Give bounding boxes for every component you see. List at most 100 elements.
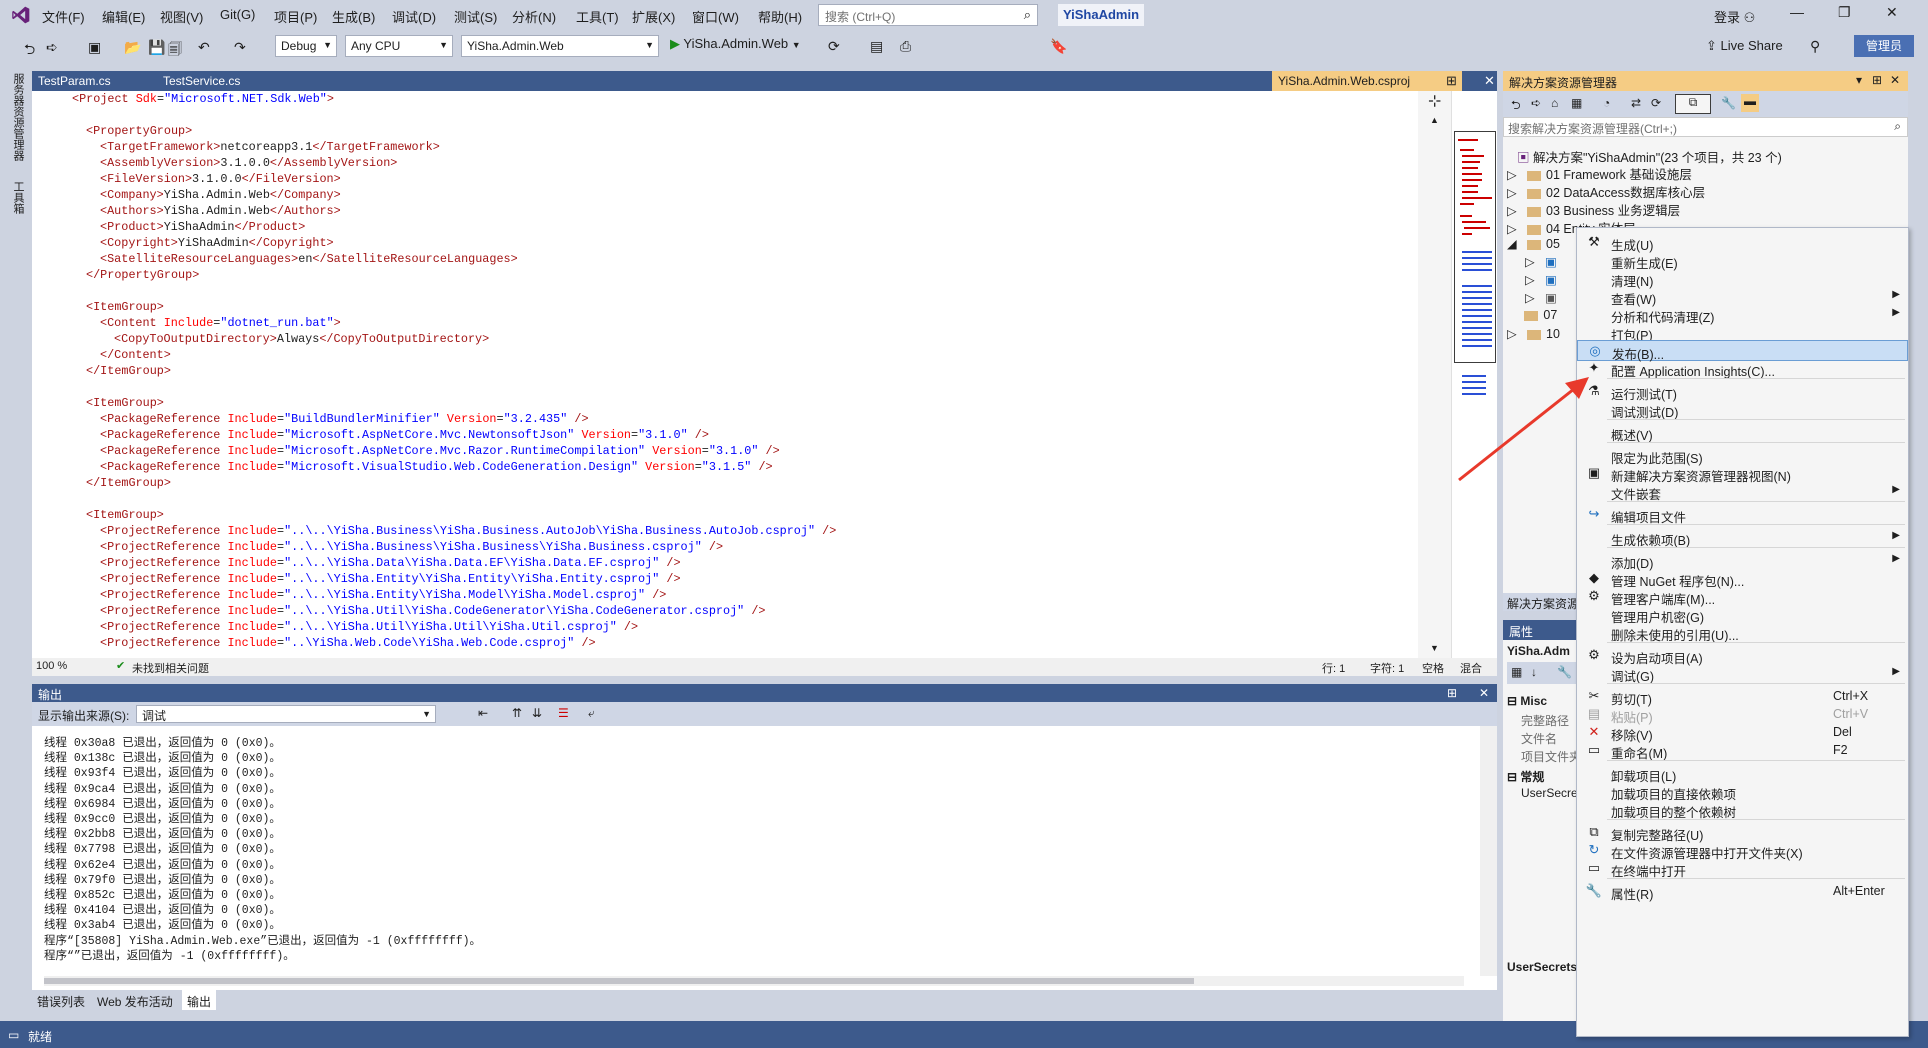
- tree-project[interactable]: ▷ ▣: [1525, 290, 1557, 305]
- tab-testservice[interactable]: TestService.cs: [157, 71, 246, 91]
- next-message-icon[interactable]: ⇊: [532, 706, 542, 720]
- tree-folder-10[interactable]: ▷ 10: [1507, 326, 1560, 341]
- zoom-level[interactable]: 100 %: [36, 660, 67, 672]
- scroll-up-icon[interactable]: ▲: [1430, 115, 1439, 125]
- code-line[interactable]: <ProjectReference Include="..\..\YiSha.U…: [72, 619, 638, 635]
- code-line[interactable]: <Authors>YiSha.Admin.Web</Authors>: [72, 203, 341, 219]
- menu-item[interactable]: Git(G): [220, 7, 255, 22]
- output-text[interactable]: 线程 0x30a8 已退出，返回值为 0 (0x0)。 线程 0x138c 已退出…: [32, 726, 1472, 976]
- code-line[interactable]: <Company>YiSha.Admin.Web</Company>: [72, 187, 341, 203]
- forward-icon[interactable]: ➪: [1531, 96, 1541, 110]
- code-line[interactable]: <ProjectReference Include="..\..\YiSha.B…: [72, 539, 723, 555]
- find-message-icon[interactable]: ⇤: [478, 706, 488, 720]
- search-box[interactable]: 搜索 (Ctrl+Q) ⌕: [818, 4, 1038, 26]
- code-line[interactable]: <SatelliteResourceLanguages>en</Satellit…: [72, 251, 518, 267]
- browse-icon[interactable]: ▤: [870, 38, 883, 55]
- context-menu-item[interactable]: 删除未使用的引用(U)...: [1577, 622, 1908, 643]
- menu-item[interactable]: 项目(P): [274, 7, 317, 26]
- undo-icon[interactable]: ↶: [198, 39, 210, 56]
- tree-folder-03[interactable]: ▷ 03 Business 业务逻辑层: [1507, 200, 1680, 219]
- context-menu-item[interactable]: 概述(V): [1577, 422, 1908, 443]
- code-line[interactable]: <ItemGroup>: [72, 507, 164, 523]
- tab-output[interactable]: 输出: [182, 990, 217, 1010]
- tab-error-list[interactable]: 错误列表: [32, 990, 90, 1010]
- eol-indicator[interactable]: 混合: [1460, 660, 1482, 676]
- editor-vertical-scrollbar[interactable]: ⊹ ▲ ▼: [1418, 91, 1451, 658]
- code-line[interactable]: <ProjectReference Include="..\..\YiSha.B…: [72, 523, 836, 539]
- solution-search-input[interactable]: 搜索解决方案资源管理器(Ctrl+;) ⌕: [1503, 117, 1908, 137]
- menu-item[interactable]: 生成(B): [332, 7, 375, 26]
- code-line[interactable]: </Content>: [72, 347, 171, 363]
- wrench-icon[interactable]: 🔧: [1557, 665, 1572, 679]
- refresh-icon[interactable]: ⟳: [828, 38, 840, 55]
- code-line[interactable]: <CopyToOutputDirectory>Always</CopyToOut…: [72, 331, 489, 347]
- category-misc[interactable]: ⊟ Misc: [1507, 694, 1547, 708]
- pending-changes-icon[interactable]: ◔: [1603, 96, 1610, 110]
- scroll-down-icon[interactable]: ▼: [1430, 643, 1439, 653]
- new-item-icon[interactable]: ▣: [88, 39, 101, 56]
- context-menu-item[interactable]: ✦ 配置 Application Insights(C)...: [1577, 358, 1908, 379]
- close-icon[interactable]: ✕: [1890, 73, 1900, 87]
- login-link[interactable]: 登录 ⚇: [1714, 7, 1755, 26]
- save-all-icon[interactable]: 🗐: [168, 39, 182, 63]
- switch-views-icon[interactable]: ▦: [1571, 96, 1582, 110]
- toolbox-tab[interactable]: 工具箱: [10, 181, 26, 214]
- pin-icon[interactable]: ⊞: [1446, 73, 1457, 89]
- menu-item[interactable]: 帮助(H): [758, 7, 802, 26]
- code-line[interactable]: </ItemGroup>: [72, 475, 171, 491]
- code-line[interactable]: <ProjectReference Include="..\..\YiSha.E…: [72, 587, 666, 603]
- code-line[interactable]: <PropertyGroup>: [72, 123, 192, 139]
- code-line[interactable]: <PackageReference Include="Microsoft.Asp…: [72, 427, 709, 443]
- menu-item[interactable]: 分析(N): [512, 7, 556, 26]
- code-line[interactable]: <FileVersion>3.1.0.0</FileVersion>: [72, 171, 341, 187]
- context-menu-item[interactable]: 调试测试(D): [1577, 399, 1908, 420]
- code-line[interactable]: <Project Sdk="Microsoft.NET.Sdk.Web">: [72, 91, 334, 107]
- context-menu-item[interactable]: ▭ 在终端中打开: [1577, 858, 1908, 879]
- pin-icon[interactable]: ⊞: [1447, 686, 1457, 700]
- categorized-icon[interactable]: ▦: [1511, 665, 1522, 679]
- config-dropdown[interactable]: Debug ▼: [275, 35, 337, 57]
- code-line[interactable]: <ProjectReference Include="..\..\YiSha.D…: [72, 555, 681, 571]
- alphabetical-icon[interactable]: ↓: [1531, 665, 1537, 679]
- tree-folder-02[interactable]: ▷ 02 DataAccess数据库核心层: [1507, 182, 1705, 201]
- close-tab-icon[interactable]: ✕: [1484, 73, 1495, 89]
- live-share-button[interactable]: ⇪ Live Share: [1706, 38, 1783, 54]
- tree-project-selected[interactable]: ▷ ▣: [1525, 254, 1557, 269]
- split-icon[interactable]: ⊹: [1428, 91, 1441, 111]
- context-menu-item[interactable]: 调试(G) ▶: [1577, 663, 1908, 684]
- code-line[interactable]: <PackageReference Include = "Microsoft.Vis…: [72, 459, 773, 475]
- menu-item[interactable]: 编辑(E): [102, 7, 145, 26]
- platform-dropdown[interactable]: Any CPU ▼: [345, 35, 453, 57]
- redo-icon[interactable]: ↷: [234, 39, 246, 56]
- server-explorer-tab[interactable]: 服务器资源管理器: [10, 73, 26, 161]
- tree-folder-01[interactable]: ▷ 01 Framework 基础设施层: [1507, 164, 1692, 183]
- code-line[interactable]: <ProjectReference Include="..\..\YiSha.E…: [72, 571, 681, 587]
- back-icon[interactable]: ⮌: [24, 39, 35, 63]
- close-icon[interactable]: ✕: [1479, 686, 1489, 700]
- code-line[interactable]: <PackageReference Include = "BuildBundlerM…: [72, 411, 589, 427]
- code-line[interactable]: </PropertyGroup>: [72, 267, 199, 283]
- property-project-folder[interactable]: 项目文件夹: [1521, 748, 1581, 765]
- refresh-icon[interactable]: ⟳: [1651, 96, 1661, 110]
- menu-item[interactable]: 调试(D): [392, 7, 436, 26]
- home-icon[interactable]: ⌂: [1551, 96, 1558, 110]
- context-menu-item[interactable]: ▭ 重命名(M) F2: [1577, 740, 1908, 761]
- properties-object[interactable]: YiSha.Adm: [1507, 644, 1570, 658]
- run-button[interactable]: ▶ YiSha.Admin.Web ▼: [670, 36, 801, 52]
- code-line[interactable]: <ItemGroup>: [72, 395, 164, 411]
- tree-folder-07[interactable]: 07: [1507, 308, 1557, 322]
- output-source-dropdown[interactable]: 调试 ▼: [136, 705, 436, 723]
- open-icon[interactable]: 📂: [124, 39, 141, 56]
- code-line[interactable]: </ItemGroup>: [72, 363, 171, 379]
- menu-item[interactable]: 视图(V): [160, 7, 203, 26]
- context-menu-item[interactable]: ↪ 编辑项目文件: [1577, 504, 1908, 525]
- code-line[interactable]: <AssemblyVersion>3.1.0.0</AssemblyVersio…: [72, 155, 397, 171]
- minimize-button[interactable]: —: [1790, 4, 1804, 20]
- context-menu-item[interactable]: 生成依赖项(B) ▶: [1577, 527, 1908, 548]
- context-menu-item[interactable]: 🔧 属性(R) Alt+Enter: [1577, 881, 1908, 902]
- restore-button[interactable]: ❐: [1838, 4, 1851, 21]
- screenshot-icon[interactable]: ⎙: [900, 38, 911, 55]
- tab-web-publish[interactable]: Web 发布活动: [92, 990, 178, 1010]
- chevron-down-icon[interactable]: ▾: [1856, 73, 1862, 87]
- menu-item[interactable]: 测试(S): [454, 7, 497, 26]
